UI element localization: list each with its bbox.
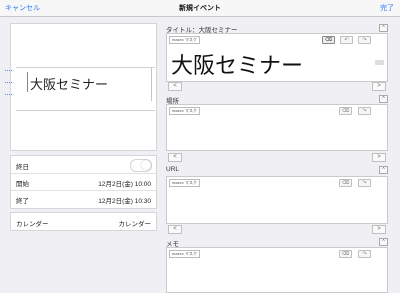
location-backspace-icon[interactable]: ⌫ bbox=[339, 107, 352, 115]
url-ink-toolbar: mazec マスク ⌫ ↷ bbox=[167, 177, 387, 187]
location-prev-icon[interactable]: < bbox=[168, 153, 182, 162]
title-mask-chip[interactable]: mazec マスク bbox=[169, 36, 200, 44]
allday-toggle[interactable] bbox=[130, 159, 152, 172]
memo-ink-box[interactable]: mazec マスク ⌫ ↷ bbox=[166, 247, 388, 293]
preview-cursor bbox=[27, 72, 28, 92]
calendar-label: カレンダー bbox=[16, 221, 49, 228]
location-collapse-icon[interactable]: ^ bbox=[379, 95, 388, 103]
done-button[interactable]: 完了 bbox=[380, 3, 394, 13]
title-redo-icon[interactable]: ↷ bbox=[358, 36, 371, 44]
memo-mask-chip[interactable]: mazec マスク bbox=[169, 250, 200, 258]
navigation-bar: キャンセル 新規イベント 完了 bbox=[0, 0, 400, 17]
title-ink-box[interactable]: mazec マスク ⌫ ↶ ↷ 大阪セミナー bbox=[166, 33, 388, 82]
page-title: 新規イベント bbox=[179, 5, 221, 12]
memo-redo-icon[interactable]: ↷ bbox=[358, 250, 371, 258]
allday-row: 終日 bbox=[11, 156, 156, 174]
location-next-icon[interactable]: > bbox=[372, 153, 386, 162]
memo-backspace-icon[interactable]: ⌫ bbox=[339, 250, 352, 258]
title-handwriting: 大阪セミナー bbox=[171, 54, 304, 79]
location-ink-toolbar: mazec マスク ⌫ ↷ bbox=[167, 105, 387, 115]
url-next-icon[interactable]: > bbox=[372, 225, 386, 234]
end-value: 12月2日(金) 10:30 bbox=[98, 198, 151, 205]
url-collapse-icon[interactable]: ^ bbox=[379, 166, 388, 174]
url-ink-footer: < > bbox=[166, 225, 386, 234]
calendar-row-inner: カレンダー カレンダー bbox=[11, 213, 156, 230]
url-backspace-icon[interactable]: ⌫ bbox=[339, 179, 352, 187]
location-redo-icon[interactable]: ↷ bbox=[358, 107, 371, 115]
url-prev-icon[interactable]: < bbox=[168, 225, 182, 234]
title-ink-footer: < > bbox=[166, 82, 386, 91]
end-label: 終了 bbox=[16, 198, 29, 205]
url-ink-area[interactable] bbox=[167, 187, 387, 223]
memo-collapse-icon[interactable]: ^ bbox=[379, 238, 388, 246]
memo-ink-area[interactable] bbox=[167, 258, 387, 292]
title-side-handle-icon[interactable] bbox=[375, 60, 384, 65]
title-next-icon[interactable]: > bbox=[372, 82, 386, 91]
calendar-value: カレンダー bbox=[118, 221, 152, 228]
start-value: 12月2日(金) 10:00 bbox=[98, 181, 151, 188]
url-redo-icon[interactable]: ↷ bbox=[358, 179, 371, 187]
calendar-row[interactable]: カレンダー カレンダー bbox=[10, 212, 157, 231]
title-backspace-icon[interactable]: ⌫ bbox=[322, 36, 335, 44]
end-row[interactable]: 終了 12月2日(金) 10:30 bbox=[11, 190, 156, 207]
location-ink-box[interactable]: mazec マスク ⌫ ↷ bbox=[166, 104, 388, 151]
title-collapse-icon[interactable]: ^ bbox=[379, 24, 388, 32]
start-label: 開始 bbox=[16, 181, 29, 188]
toggle-knob bbox=[141, 160, 151, 170]
line-guide-marks bbox=[5, 68, 13, 100]
memo-ink-toolbar: mazec マスク ⌫ ↷ bbox=[167, 248, 387, 258]
url-field-label: URL bbox=[166, 166, 180, 173]
location-ink-footer: < > bbox=[166, 153, 386, 162]
title-undo-icon[interactable]: ↶ bbox=[340, 36, 353, 44]
location-ink-area[interactable] bbox=[167, 115, 387, 150]
allday-label: 終日 bbox=[16, 164, 29, 171]
preview-text: 大阪セミナー bbox=[30, 78, 109, 93]
url-mask-chip[interactable]: mazec マスク bbox=[169, 179, 200, 187]
title-prev-icon[interactable]: < bbox=[168, 82, 182, 91]
url-ink-box[interactable]: mazec マスク ⌫ ↷ bbox=[166, 176, 388, 224]
event-details-card: 終日 開始 12月2日(金) 10:00 終了 12月2日(金) 10:30 bbox=[10, 155, 157, 209]
title-ink-toolbar: mazec マスク ⌫ ↶ ↷ bbox=[167, 34, 387, 44]
location-mask-chip[interactable]: mazec マスク bbox=[169, 107, 200, 115]
preview-margin-line bbox=[151, 67, 152, 101]
title-ink-area[interactable]: 大阪セミナー bbox=[167, 44, 387, 80]
start-row[interactable]: 開始 12月2日(金) 10:00 bbox=[11, 173, 156, 191]
